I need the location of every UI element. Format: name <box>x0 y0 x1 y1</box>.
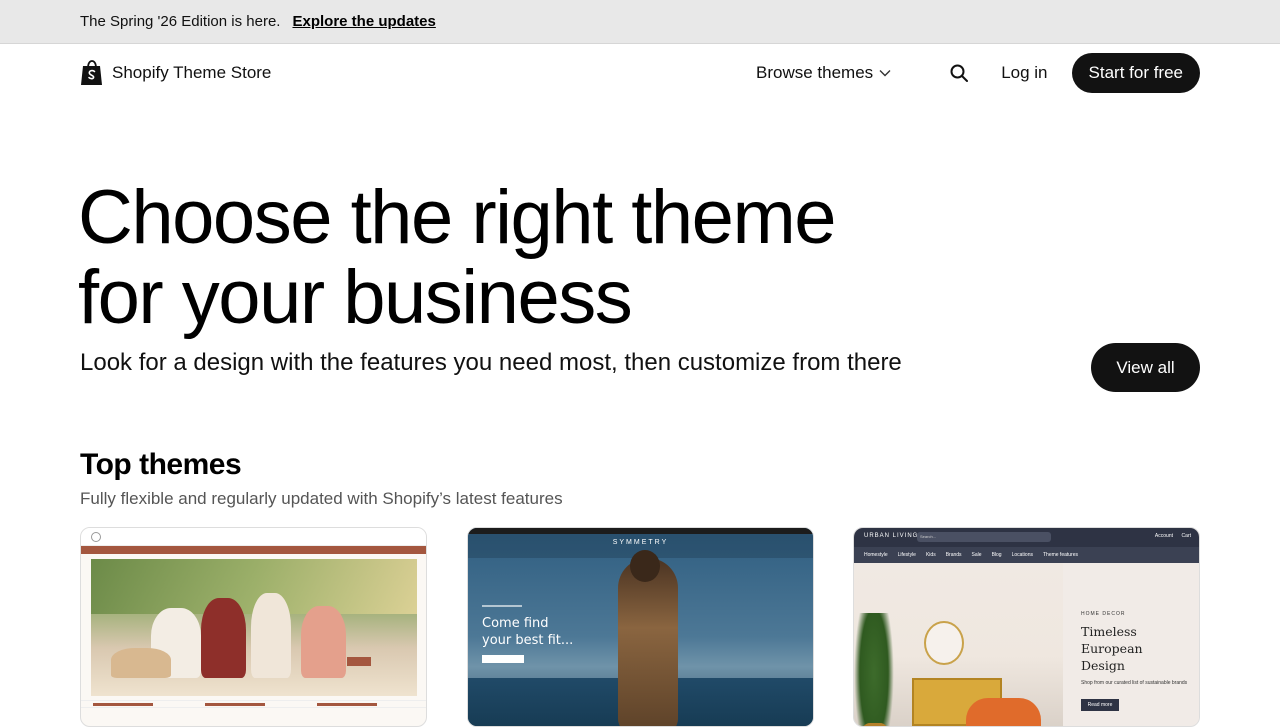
theme-card-symmetry[interactable]: SYMMETRY Come find your best fit... <box>467 527 814 727</box>
top-themes-subtitle: Fully flexible and regularly updated wit… <box>80 489 563 508</box>
preview-kicker <box>482 605 522 607</box>
preview-brand: SYMMETRY <box>612 539 669 546</box>
browse-themes-label: Browse themes <box>756 63 874 82</box>
site-header: Shopify Theme Store Browse themes Log in… <box>0 45 1280 101</box>
preview-promo-bar <box>81 546 426 554</box>
preview-cart: Cart <box>1181 533 1191 539</box>
preview-headline: Timeless European Design <box>1081 623 1143 674</box>
preview-description: Shop from our curated list of sustainabl… <box>1081 680 1188 686</box>
theme-card-urban-living[interactable]: URBAN LIVING Search... Account Cart Home… <box>853 527 1200 727</box>
search-button[interactable] <box>947 61 971 85</box>
theme-card-shrine[interactable] <box>80 527 427 727</box>
preview-model-image <box>618 558 678 726</box>
preview-room-image <box>854 563 1063 726</box>
preview-menu: Homestyle Lifestyle Kids Brands Sale Blo… <box>854 547 1199 563</box>
preview-search: Search... <box>917 532 1051 542</box>
preview-kicker: HOME DECOR <box>1081 611 1126 617</box>
hero-subtitle: Look for a design with the features you … <box>80 349 902 376</box>
preview-headline-line-2: your best fit... <box>482 633 574 648</box>
login-link[interactable]: Log in <box>1001 63 1047 83</box>
brand-name: Shopify Theme Store <box>112 63 272 82</box>
preview-menu-item: Kids <box>925 552 936 558</box>
preview-read-more: Read more <box>1081 699 1119 711</box>
shopify-logo-link[interactable]: Shopify Theme Store <box>80 59 271 87</box>
top-themes-title: Top themes <box>80 448 242 481</box>
preview-menu-item: Sale <box>971 552 982 558</box>
preview-menu-item: Brands <box>945 552 962 558</box>
preview-nav <box>81 528 426 546</box>
preview-account: Account <box>1154 533 1173 539</box>
announcement-text: The Spring '26 Edition is here. <box>80 13 281 30</box>
preview-logo-icon <box>91 531 101 542</box>
hero-title-line-2: for your business <box>78 255 633 340</box>
preview-text-panel: HOME DECOR Timeless European Design Shop… <box>1063 563 1199 726</box>
chevron-down-icon <box>879 70 891 77</box>
preview-headline-line: Design <box>1081 658 1125 673</box>
preview-menu-item: Homestyle <box>864 552 888 558</box>
browse-themes-dropdown[interactable]: Browse themes <box>756 63 891 83</box>
search-icon <box>950 64 969 82</box>
hero-title: Choose the right theme for your business <box>78 178 978 338</box>
preview-shop-button <box>347 657 371 666</box>
view-all-button[interactable]: View all <box>1091 343 1200 392</box>
preview-ticker <box>81 700 426 708</box>
preview-menu-item: Lifestyle <box>897 552 916 558</box>
preview-model-head <box>630 550 660 582</box>
start-for-free-button[interactable]: Start for free <box>1071 53 1200 93</box>
hero-title-line-1: Choose the right theme <box>78 175 837 260</box>
preview-headline-line: European <box>1081 641 1143 656</box>
preview-hero-image <box>91 559 417 696</box>
preview-brand: URBAN LIVING <box>864 533 919 539</box>
preview-headline-line-1: Come find <box>482 616 549 631</box>
preview-headline-line: Timeless <box>1081 624 1137 639</box>
preview-cta <box>482 655 524 663</box>
explore-updates-link[interactable]: Explore the updates <box>292 13 435 30</box>
shopify-bag-icon <box>81 60 102 85</box>
header-nav: Browse themes Log in Start for free <box>756 53 1200 93</box>
preview-menu-item: Locations <box>1011 552 1033 558</box>
announcement-bar: The Spring '26 Edition is here. Explore … <box>0 0 1280 44</box>
preview-headline: Come find your best fit... <box>482 615 573 649</box>
preview-menu-item: Theme features <box>1042 552 1079 558</box>
preview-menu-item: Blog <box>991 552 1002 558</box>
